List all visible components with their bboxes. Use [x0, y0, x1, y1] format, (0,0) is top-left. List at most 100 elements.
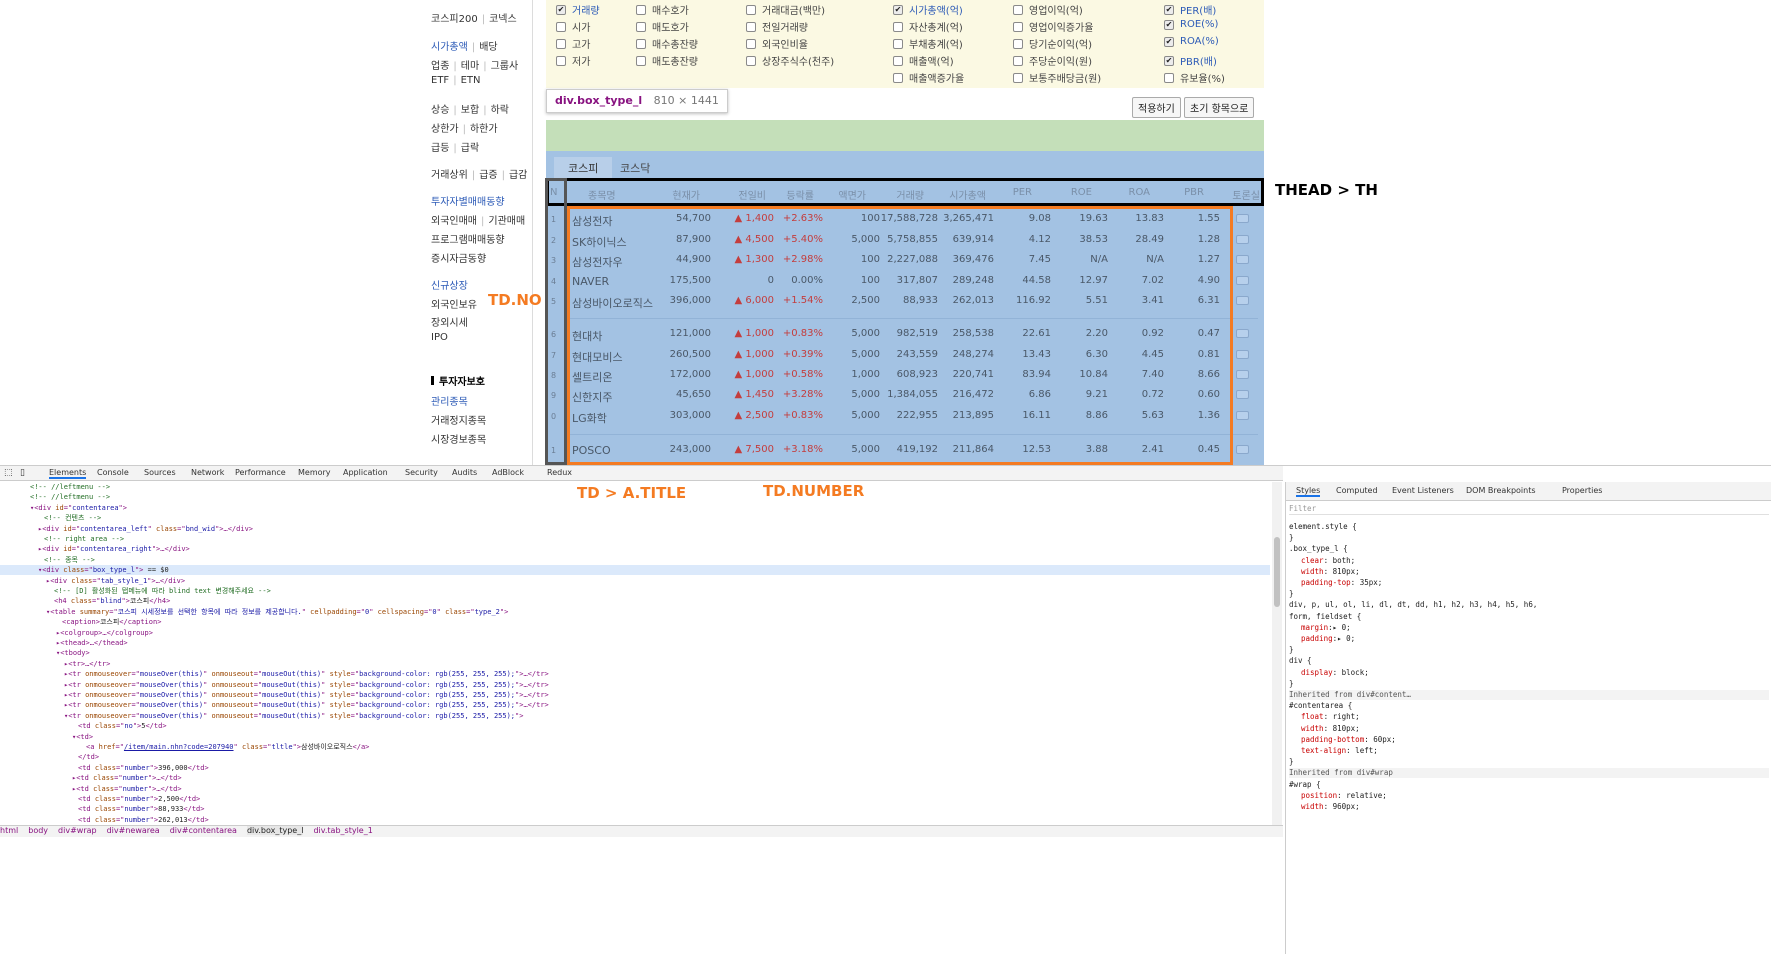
dom-node-line[interactable]: ▾<table summary="코스피 시세정보를 선택한 항목에 따라 정보…	[0, 607, 508, 617]
checkbox-icon[interactable]	[556, 38, 566, 49]
dom-node-line[interactable]: <!-- 종목 -->	[0, 555, 95, 565]
option-checkbox[interactable]: 부채총계(억)	[893, 36, 963, 51]
checkbox-icon[interactable]	[556, 55, 566, 66]
option-checkbox[interactable]: 보통주배당금(원)	[1013, 70, 1101, 85]
breadcrumb-item[interactable]: div#newarea	[107, 826, 160, 835]
styles-tab[interactable]: Event Listeners	[1392, 486, 1454, 495]
checkbox-icon[interactable]	[1013, 72, 1023, 83]
left-menu-link[interactable]: 시장경보종목	[431, 435, 486, 446]
devtools-tab[interactable]: Elements	[49, 468, 87, 479]
option-checkbox[interactable]: 매출액(억)	[893, 53, 954, 68]
option-checkbox[interactable]: 매도호가	[636, 19, 689, 34]
discussion-icon[interactable]	[1236, 214, 1249, 223]
discussion-icon[interactable]	[1236, 296, 1249, 305]
devtools-tab[interactable]: AdBlock	[492, 468, 524, 477]
left-menu-link[interactable]: 업종	[431, 61, 449, 72]
dom-node-line[interactable]: ▾<div id="contentarea">	[0, 503, 127, 513]
devtools-tab[interactable]: Redux	[547, 468, 572, 477]
dom-node-line[interactable]: ▾<td>	[0, 732, 93, 742]
option-checkbox[interactable]: 상장주식수(천주)	[746, 53, 834, 68]
left-menu-link[interactable]: 하한가	[470, 124, 498, 135]
option-checkbox[interactable]: 저가	[556, 53, 590, 68]
option-checkbox[interactable]: 매수호가	[636, 2, 689, 17]
discussion-icon[interactable]	[1236, 255, 1249, 264]
checkbox-icon[interactable]	[636, 38, 646, 49]
left-menu-link[interactable]: 그룹사	[491, 61, 519, 72]
left-menu-link[interactable]: 관리종목	[431, 397, 468, 408]
left-menu-link[interactable]: 상한가	[431, 124, 459, 135]
option-checkbox[interactable]: 고가	[556, 36, 590, 51]
option-checkbox[interactable]: ✔ 거래량	[556, 2, 600, 17]
option-checkbox[interactable]: ✔ ROA(%)	[1164, 36, 1219, 47]
dom-node-line[interactable]: <caption>코스피</caption>	[0, 617, 161, 627]
dom-node-line[interactable]: <!-- //leftmenu -->	[0, 492, 110, 502]
left-menu-item[interactable]: 관리종목	[431, 393, 468, 408]
dom-node-line[interactable]: <td class="no">5</td>	[0, 721, 167, 731]
checkbox-icon[interactable]	[1164, 72, 1174, 83]
left-menu-link[interactable]: ETN	[461, 75, 481, 86]
dom-node-line[interactable]: <td class="number">88,933</td>	[0, 804, 204, 814]
left-menu-link[interactable]: 코넥스	[489, 14, 517, 25]
devtools-tab[interactable]: Audits	[452, 468, 477, 477]
reset-button[interactable]: 초기 항목으로	[1184, 97, 1255, 118]
option-checkbox[interactable]: 영업이익증가율	[1013, 19, 1093, 34]
option-checkbox[interactable]: 전일거래량	[746, 19, 808, 34]
left-menu-link[interactable]: ETF	[431, 75, 449, 86]
breadcrumb-item[interactable]: div#wrap	[58, 826, 97, 835]
checkbox-icon[interactable]	[893, 38, 903, 49]
dom-node-line[interactable]: ▸<tr onmouseover="mouseOver(this)" onmou…	[0, 690, 549, 700]
dom-node-line[interactable]: ▸<tr onmouseover="mouseOver(this)" onmou…	[0, 669, 549, 679]
option-checkbox[interactable]: 매수총잔량	[636, 36, 698, 51]
checkbox-icon[interactable]	[893, 72, 903, 83]
dom-node-line[interactable]: ▸<colgroup>…</colgroup>	[0, 628, 153, 638]
elements-scrollbar[interactable]	[1272, 482, 1282, 825]
option-checkbox[interactable]: 당기순이익(억)	[1013, 36, 1092, 51]
option-checkbox[interactable]: 주당순이익(원)	[1013, 53, 1092, 68]
dom-node-line[interactable]: <td class="number">2,500</td>	[0, 794, 200, 804]
dom-node-line[interactable]: <td class="number">262,013</td>	[0, 815, 209, 825]
left-menu-item[interactable]: 투자자보호	[431, 373, 485, 388]
left-menu-link[interactable]: 코스피200	[431, 14, 478, 25]
option-checkbox[interactable]: 영업이익(억)	[1013, 2, 1083, 17]
checkbox-checked-icon[interactable]: ✔	[1164, 55, 1174, 66]
option-checkbox[interactable]: 거래대금(백만)	[746, 2, 825, 17]
breadcrumb-item[interactable]: div#contentarea	[170, 826, 237, 835]
left-menu-item[interactable]: 급등 | 급락	[431, 139, 479, 154]
styles-tab[interactable]: Computed	[1336, 486, 1378, 495]
checkbox-icon[interactable]	[746, 38, 756, 49]
devtools-tab[interactable]: Security	[405, 468, 438, 477]
left-menu-link[interactable]: 테마	[461, 61, 479, 72]
checkbox-icon[interactable]	[746, 21, 756, 32]
dom-node-line[interactable]: <!-- [D] 활성화된 탭메뉴에 따라 blind text 변경해주세요 …	[0, 586, 271, 596]
styles-tab[interactable]: DOM Breakpoints	[1466, 486, 1536, 495]
discussion-icon[interactable]	[1236, 411, 1249, 420]
left-menu-link[interactable]: 배당	[479, 42, 497, 53]
left-menu-item[interactable]: ETF | ETN	[431, 75, 480, 86]
left-menu-link[interactable]: 거래정지종목	[431, 416, 486, 427]
left-menu-link[interactable]: 급락	[461, 143, 479, 154]
checkbox-checked-icon[interactable]: ✔	[1164, 36, 1174, 47]
option-checkbox[interactable]: ✔ ROE(%)	[1164, 19, 1218, 30]
checkbox-icon[interactable]	[1013, 21, 1023, 32]
devtools-tab[interactable]: Sources	[144, 468, 176, 477]
left-menu-item[interactable]: IPO	[431, 332, 448, 343]
styles-tab[interactable]: Styles	[1296, 486, 1321, 497]
checkbox-icon[interactable]	[1013, 38, 1023, 49]
left-menu-link[interactable]: 투자자별매매동향	[431, 197, 505, 208]
left-menu-item[interactable]: 업종 | 테마 | 그룹사	[431, 57, 518, 72]
breadcrumb-item[interactable]: html	[0, 826, 18, 835]
checkbox-icon[interactable]	[556, 21, 566, 32]
dom-node-line[interactable]: <a href="/item/main.nhn?code=207940" cla…	[0, 742, 369, 752]
left-menu-link[interactable]: 투자자보호	[439, 377, 485, 388]
discussion-icon[interactable]	[1236, 445, 1249, 454]
checkbox-icon[interactable]	[636, 21, 646, 32]
dom-node-line[interactable]: ▸<td class="number">…</td>	[0, 773, 182, 783]
left-menu-item[interactable]: 코스피200 | 코넥스	[431, 10, 517, 25]
left-menu-link[interactable]: 상승	[431, 105, 449, 116]
left-menu-link[interactable]: 신규상장	[431, 281, 468, 292]
devtools-tab[interactable]: Network	[191, 468, 224, 477]
dom-node-line[interactable]: ▸<tr>…</tr>	[0, 659, 110, 669]
breadcrumb-item[interactable]: body	[28, 826, 48, 835]
left-menu-item[interactable]: 시장경보종목	[431, 431, 486, 446]
left-menu-link[interactable]: 외국인보유	[431, 300, 477, 311]
